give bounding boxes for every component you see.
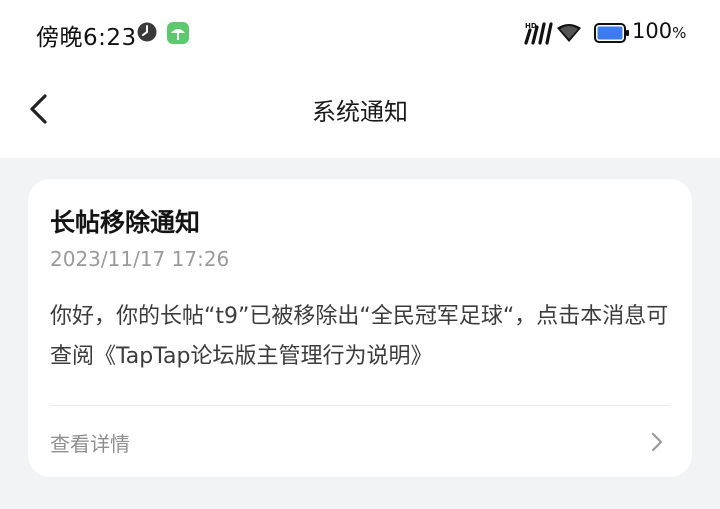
notification-title: 长帖移除通知 bbox=[50, 208, 201, 237]
top-area: 傍晚6:23 HD 100% 系统通知 bbox=[0, 0, 720, 158]
app-notification-icon bbox=[167, 22, 189, 44]
view-details-button[interactable]: 查看详情 bbox=[28, 406, 692, 477]
notification-timestamp: 2023/11/17 17:26 bbox=[50, 247, 230, 271]
notification-body: 你好，你的长帖“t9”已被移除出“全民冠军足球“，点击本消息可查阅《TapTap… bbox=[50, 304, 669, 369]
status-bar: 傍晚6:23 HD 100% bbox=[0, 0, 720, 66]
page-title: 系统通知 bbox=[312, 98, 408, 126]
hd-signal-icon: HD bbox=[524, 22, 581, 45]
status-time: 傍晚6:23 bbox=[36, 25, 137, 51]
clock-icon bbox=[137, 22, 157, 42]
battery-percentage: 100% bbox=[632, 19, 687, 43]
view-details-label: 查看详情 bbox=[50, 432, 130, 456]
battery-icon bbox=[594, 23, 629, 43]
notification-card[interactable]: 长帖移除通知 2023/11/17 17:26 你好，你的长帖“t9”已被移除出… bbox=[28, 179, 692, 477]
chevron-right-icon bbox=[651, 432, 663, 452]
